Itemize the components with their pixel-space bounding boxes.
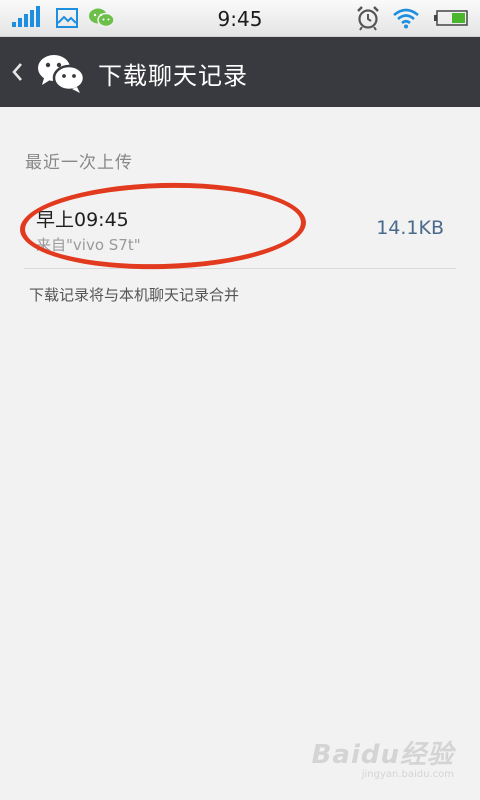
merge-hint: 下载记录将与本机聊天记录合并 (29, 286, 240, 304)
wifi-icon (392, 7, 420, 33)
baidu-watermark: Baidu经验 jingyan.baidu.com (312, 734, 454, 780)
alarm-icon (355, 5, 381, 35)
section-label: 最近一次上传 (25, 153, 133, 173)
watermark-text: Baidu经验 (311, 740, 454, 770)
status-bar: 9:45 (0, 0, 480, 37)
record-size: 14.1KB (376, 217, 444, 239)
battery-icon (434, 10, 468, 30)
wechat-logo-icon (36, 52, 86, 98)
page-title: 下载聊天记录 (98, 62, 248, 90)
chevron-left-icon[interactable] (10, 61, 24, 87)
title-bar: 下载聊天记录 (0, 37, 480, 107)
